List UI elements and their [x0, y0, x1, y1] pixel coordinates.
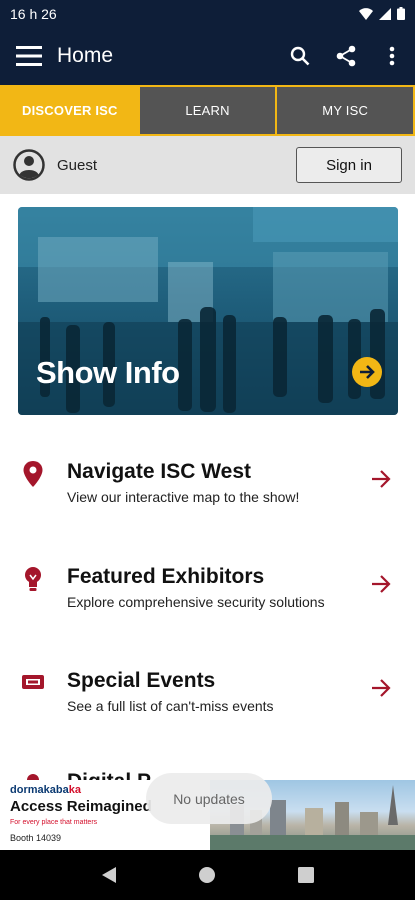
user-name: Guest	[57, 156, 98, 174]
home-button[interactable]	[192, 860, 222, 890]
app-bar: Home	[0, 27, 415, 85]
page-title: Home	[57, 44, 114, 67]
arrow-right-icon	[372, 470, 391, 488]
list-item-special-events[interactable]: Special Events See a full list of can't-…	[0, 667, 415, 737]
status-icons	[359, 7, 405, 20]
list-title: Special Events	[67, 669, 216, 692]
list-title: Featured Exhibitors	[67, 565, 265, 588]
list-title: Navigate ISC West	[67, 460, 252, 483]
list-subtitle: View our interactive map to the show!	[67, 489, 300, 505]
ad-booth: Booth 14039	[10, 833, 62, 843]
map-pin-icon	[23, 461, 43, 487]
show-info-card[interactable]: Show Info	[18, 207, 398, 415]
lightbulb-icon	[25, 567, 41, 591]
toast-message: No updates	[146, 773, 272, 824]
more-vert-icon	[389, 46, 395, 66]
search-button[interactable]	[277, 27, 323, 85]
wifi-icon	[359, 7, 373, 20]
tab-learn[interactable]: Learn	[137, 85, 276, 136]
recents-square-icon	[297, 867, 314, 883]
list-title: Digital P	[67, 770, 151, 780]
signal-icon	[379, 7, 391, 20]
ad-tagline: For every place that matters	[10, 819, 98, 826]
tab-my-isc[interactable]: My ISC	[275, 85, 415, 136]
hero-arrow-button[interactable]	[352, 357, 382, 387]
overflow-menu-button[interactable]	[369, 27, 415, 85]
back-button[interactable]	[94, 860, 124, 890]
list-subtitle: Explore comprehensive security solutions	[67, 594, 325, 610]
hero-title: Show Info	[36, 355, 180, 390]
battery-icon	[397, 7, 405, 20]
share-icon	[336, 45, 356, 67]
user-bar: Guest Sign in	[0, 136, 415, 194]
system-nav-bar	[0, 850, 415, 900]
list-item-icon	[27, 774, 39, 780]
list-subtitle: See a full list of can't-miss events	[67, 698, 274, 714]
list-item-exhibitors[interactable]: Featured Exhibitors Explore comprehensiv…	[0, 563, 415, 633]
status-bar: 16 h 26	[0, 0, 415, 27]
status-time: 16 h 26	[10, 5, 57, 22]
search-icon	[290, 46, 310, 66]
home-circle-icon	[199, 867, 216, 883]
recents-button[interactable]	[291, 860, 321, 890]
tab-bar: Discover ISC Learn My ISC	[0, 85, 415, 136]
arrow-right-icon	[372, 679, 391, 697]
arrow-right-icon	[372, 575, 391, 593]
ad-brand: dormakabaka	[10, 784, 81, 796]
ticket-icon	[22, 675, 44, 689]
avatar	[13, 149, 45, 181]
tab-discover-isc[interactable]: Discover ISC	[0, 85, 138, 136]
ad-headline: Access Reimagined	[10, 798, 152, 815]
back-triangle-icon	[102, 867, 117, 883]
list-item-navigate[interactable]: Navigate ISC West View our interactive m…	[0, 458, 415, 528]
sign-in-button[interactable]: Sign in	[296, 147, 402, 183]
share-button[interactable]	[323, 27, 369, 85]
arrow-right-icon	[360, 365, 375, 379]
